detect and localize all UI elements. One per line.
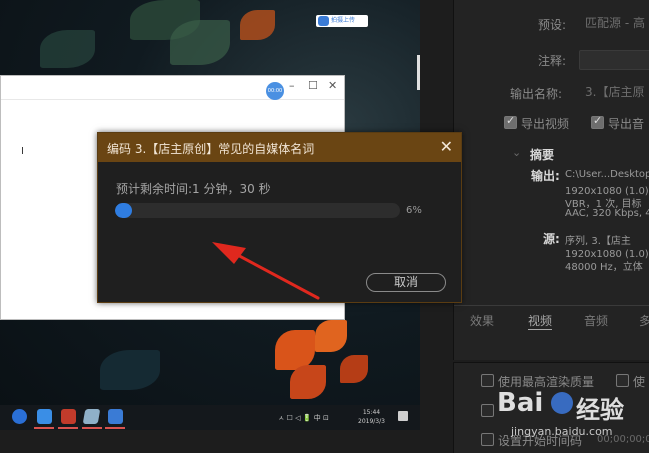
app-icon[interactable] bbox=[108, 409, 123, 424]
export-video-checkbox[interactable] bbox=[504, 114, 517, 129]
system-tray[interactable]: ㅅ ☐ ◁ 🔋 中 ⊡ bbox=[278, 413, 329, 423]
browser-icon[interactable] bbox=[12, 409, 27, 424]
taskbar-clock[interactable]: 15:44 2019/3/3 bbox=[358, 408, 385, 426]
text-cursor-icon: I bbox=[21, 146, 24, 157]
output-name-link[interactable]: 3.【店主原 bbox=[579, 82, 649, 102]
option-checkbox[interactable] bbox=[481, 404, 494, 417]
close-icon[interactable]: ✕ bbox=[440, 137, 453, 156]
source-line: 48000 Hz，立体 bbox=[565, 262, 643, 273]
app-icon[interactable] bbox=[82, 409, 101, 424]
export-audio-checkbox[interactable] bbox=[591, 114, 604, 129]
output-line: AAC, 320 Kbps, 48 bbox=[565, 208, 649, 219]
settings-tabs: 效果 视频 音频 多 bbox=[454, 305, 649, 333]
clock-time: 15:44 bbox=[362, 409, 381, 416]
export-settings-panel: 预设: 匹配源 - 高 注释: 输出名称: 3.【店主原 导出视频 导出音 ⌄ … bbox=[453, 0, 649, 360]
maximize-button[interactable]: ☐ bbox=[308, 79, 318, 92]
tab-video[interactable]: 视频 bbox=[528, 312, 553, 330]
max-quality-checkbox[interactable] bbox=[481, 374, 494, 387]
upload-badge[interactable]: 拍摄上传 bbox=[316, 15, 368, 27]
source-summary-label: 源: bbox=[543, 232, 560, 246]
watermark-url: jingyan.baidu.com bbox=[511, 425, 613, 438]
chevron-down-icon[interactable]: ⌄ bbox=[512, 146, 521, 159]
dialog-titlebar: 编码 3.【店主原创】常见的自媒体名词 ✕ bbox=[98, 133, 461, 162]
scrollbar-thumb[interactable] bbox=[417, 55, 420, 90]
comment-input[interactable] bbox=[579, 50, 649, 70]
encoding-dialog: 编码 3.【店主原创】常见的自媒体名词 ✕ 预计剩余时间:1 分钟，30 秒 6… bbox=[97, 132, 462, 303]
summary-heading: 摘要 bbox=[530, 148, 555, 162]
export-audio-label: 导出音 bbox=[608, 117, 645, 131]
watermark-logo: Bai bbox=[497, 388, 544, 418]
output-summary-label: 输出: bbox=[531, 169, 560, 183]
comment-label: 注释: bbox=[538, 54, 567, 68]
taskbar: ㅅ ☐ ◁ 🔋 中 ⊡ 15:44 2019/3/3 bbox=[0, 405, 420, 430]
export-video-label: 导出视频 bbox=[521, 117, 570, 131]
preset-select[interactable]: 匹配源 - 高 bbox=[579, 13, 649, 33]
tab-effects[interactable]: 效果 bbox=[470, 312, 494, 329]
minimize-button[interactable]: – bbox=[289, 79, 295, 92]
app-icon[interactable] bbox=[61, 409, 76, 424]
time-remaining: 预计剩余时间:1 分钟，30 秒 bbox=[116, 182, 271, 196]
cloud-upload-icon bbox=[318, 16, 329, 26]
tab-multiplex[interactable]: 多 bbox=[639, 312, 649, 329]
timecode-checkbox[interactable] bbox=[481, 433, 494, 446]
cancel-button[interactable]: 取消 bbox=[366, 273, 446, 292]
paw-icon bbox=[551, 392, 573, 414]
preset-label: 预设: bbox=[538, 18, 567, 32]
use-preview-checkbox[interactable] bbox=[616, 374, 629, 387]
progress-fill bbox=[115, 203, 133, 218]
window-titlebar: 00:00 – ☐ ✕ bbox=[1, 76, 344, 100]
watermark-logo-suffix: 经验 bbox=[576, 396, 624, 424]
progress-percent: 6% bbox=[406, 205, 422, 216]
avatar[interactable]: 00:00 bbox=[266, 82, 284, 100]
close-window-button[interactable]: ✕ bbox=[328, 79, 337, 92]
notification-icon[interactable] bbox=[398, 411, 408, 421]
app-icon[interactable] bbox=[37, 409, 52, 424]
tab-audio[interactable]: 音频 bbox=[584, 312, 608, 329]
watermark: Bai 经验 jingyan.baidu.com bbox=[497, 388, 647, 448]
progress-bar bbox=[115, 203, 400, 218]
output-name-label: 输出名称: bbox=[510, 87, 563, 101]
dialog-title: 编码 3.【店主原创】常见的自媒体名词 bbox=[107, 142, 315, 156]
clock-date: 2019/3/3 bbox=[358, 418, 385, 425]
output-line: C:\User...Desktop\ bbox=[565, 169, 649, 180]
screen: 拍摄上传 00:00 – ☐ ✕ I ㅅ ☐ ◁ 🔋 中 ⊡ 15:44 201… bbox=[0, 0, 649, 453]
